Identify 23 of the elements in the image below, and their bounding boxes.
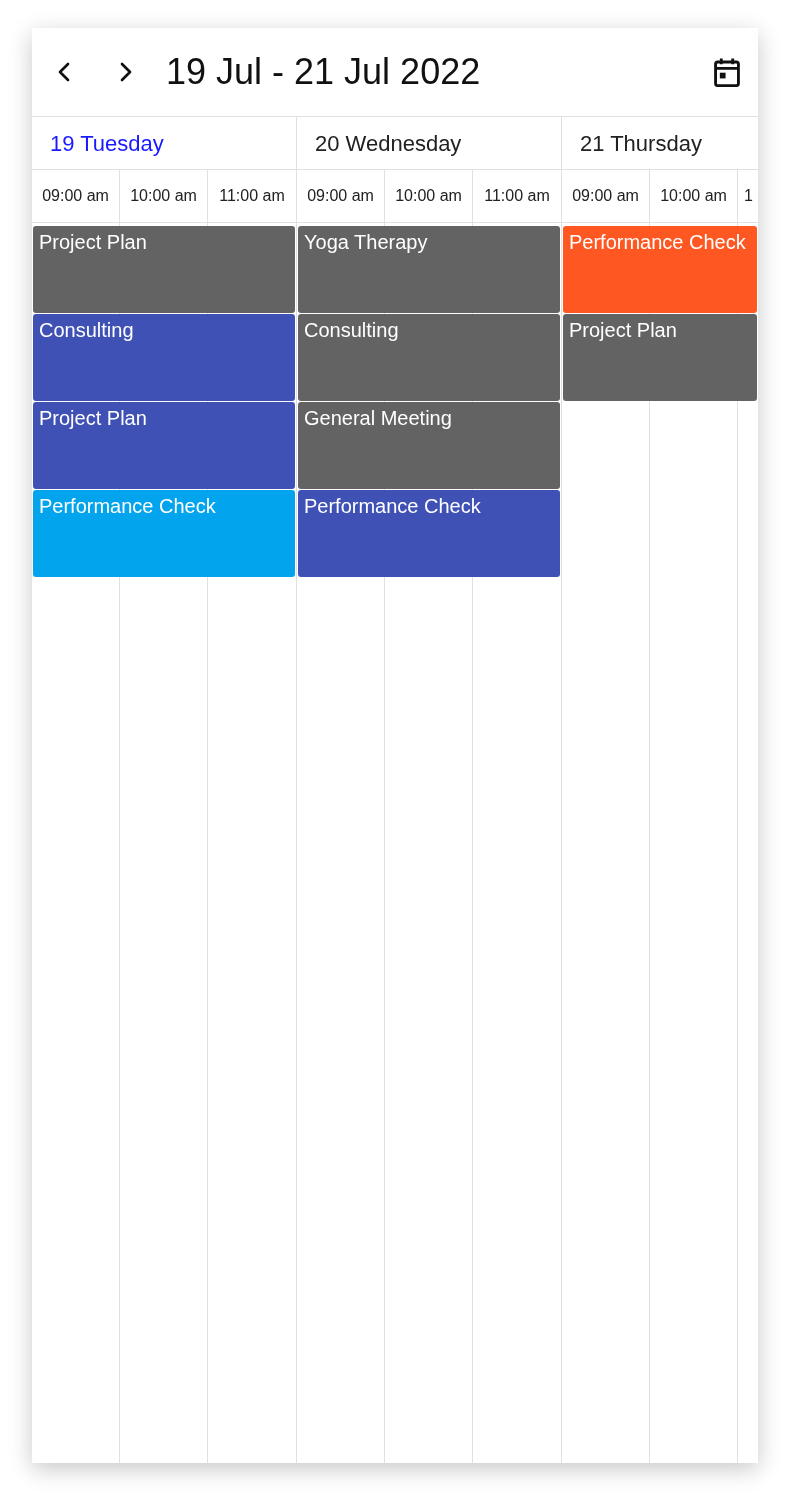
event-block[interactable]: Consulting	[298, 314, 560, 401]
calendar-icon[interactable]	[712, 57, 742, 87]
date-range-title: 19 Jul - 21 Jul 2022	[166, 54, 481, 90]
event-block[interactable]: Performance Check	[563, 226, 757, 313]
event-block[interactable]: Consulting	[33, 314, 295, 401]
time-slot-label: 1	[743, 186, 754, 206]
event-block[interactable]: Yoga Therapy	[298, 226, 560, 313]
time-slot-label: 11:00 am	[483, 186, 551, 206]
time-slot-label: 11:00 am	[218, 186, 286, 206]
day-header[interactable]: 20 Wednesday	[297, 117, 561, 170]
time-slot-label: 10:00 am	[650, 170, 738, 222]
event-block[interactable]: Project Plan	[563, 314, 757, 401]
event-block[interactable]: Project Plan	[33, 226, 295, 313]
time-slot-label: 09:00 am	[562, 170, 650, 222]
time-slot-label: 09:00 am	[297, 170, 385, 222]
day-header[interactable]: 19 Tuesday	[32, 117, 296, 170]
time-slot-label: 09:00 am	[32, 170, 120, 222]
day-header[interactable]: 21 Thursday	[562, 117, 758, 170]
event-block[interactable]: Project Plan	[33, 402, 295, 489]
time-slot-label: 10:00 am	[120, 170, 208, 222]
time-slot-label: 10:00 am	[385, 170, 473, 222]
event-block[interactable]: Performance Check	[298, 490, 560, 577]
event-block[interactable]: General Meeting	[298, 402, 560, 489]
